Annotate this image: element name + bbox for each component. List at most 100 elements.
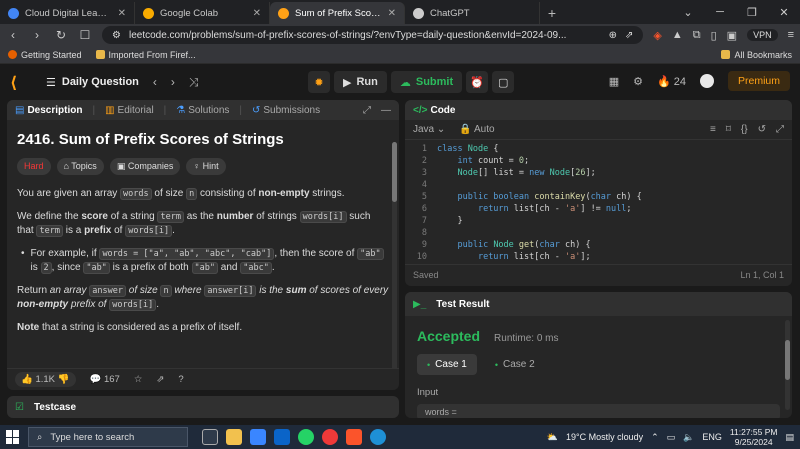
browser-tab-colab[interactable]: Google Colab ✕ — [135, 2, 270, 24]
forward-icon[interactable]: › — [30, 28, 44, 42]
tab-code[interactable]: </> Code — [413, 105, 455, 116]
code-line[interactable]: 6 return list[ch - 'a'] != null; — [405, 204, 792, 216]
tab-editorial[interactable]: ▥ Editorial — [105, 105, 154, 116]
mail-icon[interactable] — [274, 429, 290, 445]
tab-description[interactable]: ▤ Description — [15, 105, 82, 116]
run-button[interactable]: ▶ Run — [334, 71, 387, 93]
thumbs-down-icon[interactable]: 👎 — [58, 374, 70, 385]
code-line[interactable]: 10 return list[ch - 'a']; — [405, 252, 792, 264]
notes-button[interactable]: ▢ — [492, 71, 515, 93]
windows-start-icon[interactable] — [6, 430, 20, 444]
edge-icon[interactable] — [370, 429, 386, 445]
bookmark-imported-folder[interactable]: Imported From Firef... — [95, 50, 196, 60]
settings-icon[interactable]: ⚙ — [633, 75, 643, 88]
code-line[interactable]: 4 — [405, 180, 792, 192]
debug-button[interactable]: ✹ — [308, 71, 330, 93]
timer-button[interactable]: ⏰ — [466, 71, 489, 93]
code-line[interactable]: 7 } — [405, 216, 792, 228]
store-icon[interactable] — [250, 429, 266, 445]
browser-tab-cloud[interactable]: Cloud Digital Leader Certification - ✕ — [0, 2, 135, 24]
language-indicator[interactable]: ENG — [702, 432, 722, 442]
premium-button[interactable]: Premium — [727, 71, 790, 91]
close-icon[interactable]: ✕ — [253, 8, 261, 19]
collapse-icon[interactable]: — — [381, 105, 391, 116]
help-icon[interactable]: ? — [178, 374, 183, 385]
leetcode-logo-icon[interactable]: ⟨ — [10, 73, 28, 92]
reload-icon[interactable]: ↻ — [54, 28, 68, 42]
tab-case-1[interactable]: • Case 1 — [417, 354, 477, 375]
minimize-button[interactable]: ─ — [704, 6, 736, 18]
volume-icon[interactable]: 🔈 — [683, 432, 694, 443]
task-view-icon[interactable] — [202, 429, 218, 445]
browser-tab-leetcode[interactable]: Sum of Prefix Scores of Strings ✕ — [270, 2, 405, 24]
code-editor[interactable]: 1 class Node {2 int count = 0; 3 Node[] li… — [405, 140, 792, 264]
code-line[interactable]: 8 — [405, 228, 792, 240]
close-icon[interactable]: ✕ — [118, 8, 126, 19]
site-info-icon[interactable]: ⚙ — [112, 30, 121, 41]
like-button[interactable]: 👍 1.1K 👎 — [15, 372, 76, 387]
all-bookmarks[interactable]: All Bookmarks — [721, 50, 792, 60]
brave-shield-icon[interactable]: ◈ — [653, 29, 661, 42]
code-line[interactable]: 5 public boolean containKey(char ch) { — [405, 192, 792, 204]
code-line[interactable]: 3 Node[] list = new Node[26]; — [405, 168, 792, 180]
browser-tab-chatgpt[interactable]: ChatGPT — [405, 2, 540, 24]
whatsapp-icon[interactable] — [298, 429, 314, 445]
brave-icon[interactable] — [346, 429, 362, 445]
code-line[interactable]: 9 public Node get(char ch) { — [405, 240, 792, 252]
bookmark-icon[interactable]: ⌑ — [726, 124, 731, 135]
rewards-icon[interactable]: ▲ — [672, 29, 683, 41]
menu-icon[interactable]: ≡ — [788, 29, 794, 41]
vivaldi-icon[interactable] — [322, 429, 338, 445]
expand-icon[interactable]: ⤢ — [776, 124, 784, 135]
hint-tag[interactable]: ♀ Hint — [186, 158, 226, 175]
notification-icon[interactable]: ▤ — [785, 432, 794, 443]
close-window-button[interactable]: ✕ — [768, 6, 800, 19]
vpn-button[interactable]: VPN — [747, 29, 778, 41]
language-select[interactable]: Java ⌄ — [413, 124, 445, 135]
tab-search-icon[interactable]: ⌄ — [672, 6, 704, 19]
format-icon[interactable]: ≡ — [710, 124, 716, 135]
daily-question-link[interactable]: ☰ Daily Question — [46, 76, 139, 89]
bookmark-icon[interactable]: ☐ — [78, 28, 92, 42]
description-scrollbar[interactable] — [392, 142, 397, 368]
fullscreen-icon[interactable]: ⤢ — [363, 105, 371, 116]
avatar[interactable] — [699, 74, 714, 88]
testcase-header[interactable]: ☑ Testcase — [7, 396, 399, 418]
prev-question-icon[interactable]: ‹ — [153, 75, 157, 90]
code-line[interactable]: 2 int count = 0; — [405, 156, 792, 168]
wallet-icon[interactable]: ▣ — [727, 29, 737, 42]
new-tab-button[interactable]: + — [540, 2, 564, 24]
next-question-icon[interactable]: › — [171, 75, 175, 90]
streak-counter[interactable]: 🔥 24 — [657, 75, 686, 88]
extensions-icon[interactable]: ⧉ — [693, 29, 701, 42]
file-explorer-icon[interactable] — [226, 429, 242, 445]
close-icon[interactable]: ✕ — [388, 8, 396, 19]
companies-tag[interactable]: ▣ Companies — [109, 158, 181, 175]
sidebar-icon[interactable]: ▯ — [711, 29, 717, 42]
submit-button[interactable]: ☁ Submit — [390, 71, 463, 93]
network-icon[interactable]: ▭ — [667, 432, 676, 443]
braces-icon[interactable]: {} — [741, 124, 748, 135]
zoom-icon[interactable]: ⊕ — [609, 30, 617, 41]
result-scrollbar[interactable] — [785, 320, 790, 410]
auto-mode[interactable]: 🔒 Auto — [459, 124, 494, 135]
weather-widget[interactable]: 19°C Mostly cloudy — [566, 432, 643, 442]
clock[interactable]: 11:27:55 PM 9/25/2024 — [730, 427, 778, 447]
layout-icon[interactable]: ▦ — [609, 75, 619, 88]
tab-submissions[interactable]: ↺ Submissions — [252, 105, 320, 116]
star-icon[interactable]: ☆ — [134, 374, 143, 385]
back-icon[interactable]: ‹ — [6, 28, 20, 42]
tray-chevron-icon[interactable]: ⌃ — [651, 432, 659, 443]
maximize-button[interactable]: ❐ — [736, 6, 768, 19]
topics-tag[interactable]: ⌂ Topics — [56, 158, 104, 175]
share-icon[interactable]: ⇗ — [156, 374, 164, 385]
code-line[interactable]: 1 class Node { — [405, 144, 792, 156]
share-icon[interactable]: ⇗ — [625, 30, 633, 41]
url-field[interactable]: ⚙ leetcode.com/problems/sum-of-prefix-sc… — [102, 26, 644, 44]
tab-case-2[interactable]: • Case 2 — [485, 354, 545, 375]
shuffle-icon[interactable]: ⤨ — [189, 75, 199, 90]
comments-button[interactable]: 💬 167 — [90, 374, 120, 385]
taskbar-search-input[interactable]: ⌕ Type here to search — [28, 427, 188, 447]
reset-icon[interactable]: ↺ — [758, 124, 766, 135]
tab-solutions[interactable]: ⚗ Solutions — [176, 105, 229, 116]
